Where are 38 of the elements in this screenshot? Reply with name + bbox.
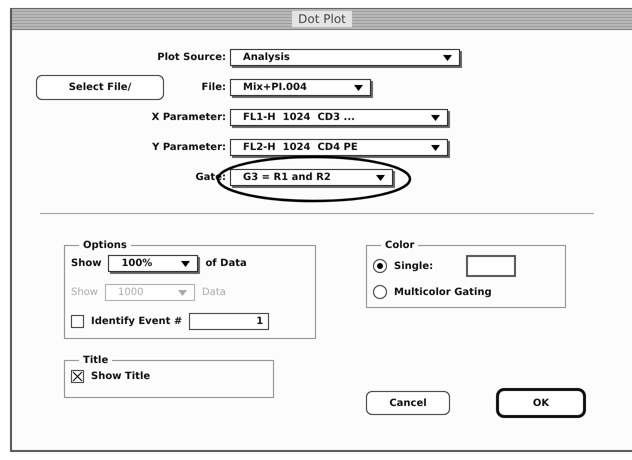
dropdown[interactable]: G3 = R1 and R2: [230, 169, 393, 186]
checkbox[interactable]: [71, 315, 84, 328]
field-label: Plot Source:: [157, 52, 227, 63]
dialog-button[interactable]: OK: [496, 388, 586, 418]
radio-button[interactable]: [373, 285, 387, 299]
dropdown[interactable]: FL2-H 1024 CD4 PE: [230, 139, 448, 156]
dropdown[interactable]: 100%: [108, 255, 198, 272]
dialog-button[interactable]: Cancel: [366, 391, 450, 415]
dropdown-arrow-icon: [354, 84, 363, 90]
field-label: File:: [202, 82, 227, 93]
dropdown[interactable]: Mix+PI.004: [230, 79, 371, 96]
option-label: Show: [71, 258, 102, 269]
dropdown-arrow-icon: [431, 144, 440, 150]
dropdown[interactable]: FL1-H 1024 CD3 ...: [230, 109, 448, 126]
checkbox-label: Show Title: [91, 371, 150, 382]
dropdown-arrow-icon: [431, 114, 440, 120]
checkbox[interactable]: [71, 370, 84, 383]
field-label: X Parameter:: [152, 112, 227, 123]
select-file-button[interactable]: Select File/: [36, 75, 164, 100]
field-label: Y Parameter:: [152, 142, 227, 153]
color-swatch[interactable]: [466, 255, 516, 277]
window-title: Dot Plot: [292, 11, 352, 27]
group-title: Options: [82, 240, 128, 251]
dropdown[interactable]: Analysis: [230, 49, 460, 66]
option-label: of Data: [205, 258, 247, 269]
radio-button[interactable]: [373, 259, 387, 273]
dropdown-arrow-icon: [181, 260, 190, 266]
option-label: Show: [71, 287, 98, 298]
dropdown-arrow-icon: [178, 290, 187, 296]
checkbox-label: Identify Event #: [91, 316, 182, 327]
radio-label: Multicolor Gating: [394, 286, 492, 298]
group-title: Title: [82, 355, 110, 366]
event-number-field[interactable]: 1: [189, 313, 270, 330]
dropdown-arrow-icon: [376, 174, 385, 180]
radio-label: Single:: [394, 260, 434, 272]
group-title: Color: [384, 240, 416, 251]
dropdown-arrow-icon: [443, 54, 452, 60]
option-label: Data: [202, 287, 226, 298]
